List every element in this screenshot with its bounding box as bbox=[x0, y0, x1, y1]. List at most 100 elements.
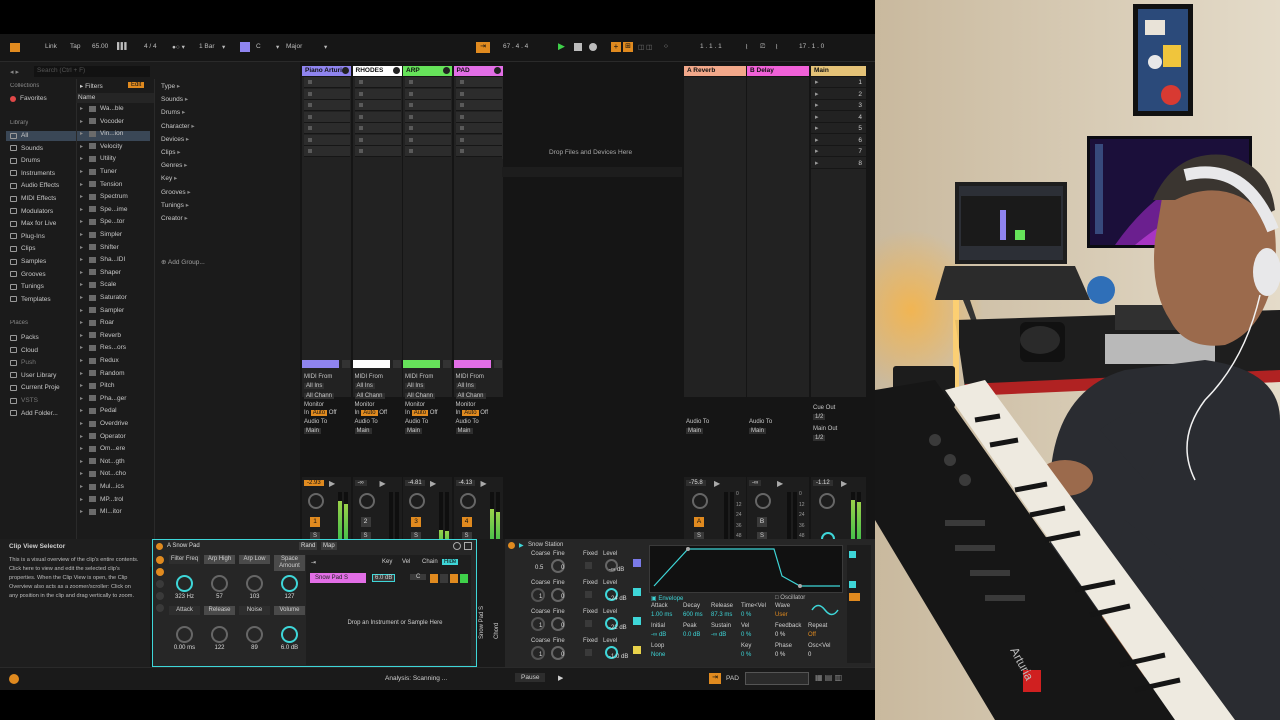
file-row[interactable]: ▸ Om...ere bbox=[80, 445, 125, 452]
clip-slot[interactable] bbox=[455, 111, 502, 123]
synth-play-icon[interactable]: ▶ bbox=[519, 542, 524, 549]
scene-launch[interactable]: ▸ 4 bbox=[811, 112, 866, 123]
macro-knob[interactable] bbox=[176, 575, 193, 592]
fine-value[interactable]: 0 bbox=[561, 594, 564, 600]
file-row[interactable]: ▸ Roar bbox=[80, 319, 114, 326]
macro-knob[interactable] bbox=[211, 575, 228, 592]
file-row[interactable]: ▸ Utility bbox=[80, 155, 116, 162]
envelope-param-value[interactable]: 87.3 ms bbox=[711, 612, 732, 618]
clip-stop-icon[interactable] bbox=[308, 80, 312, 84]
punch-in-icon[interactable]: ⌇ bbox=[745, 43, 748, 51]
clip-stop-icon[interactable] bbox=[358, 103, 363, 107]
input-type-menu[interactable]: All Ins bbox=[304, 383, 325, 389]
rack-save-icon[interactable] bbox=[453, 542, 461, 550]
sidebar-item-instruments[interactable]: Instruments bbox=[10, 170, 55, 177]
main-track-header[interactable]: Main bbox=[811, 66, 866, 76]
loop-start-field[interactable]: 1 . 1 . 1 bbox=[700, 43, 722, 50]
clip-slot[interactable] bbox=[304, 100, 350, 111]
file-row[interactable]: ▸ Spectrum bbox=[80, 193, 128, 200]
file-row[interactable]: ▸ Sha...IDI bbox=[80, 256, 125, 263]
clip-stop-icon[interactable] bbox=[358, 80, 363, 84]
envelope-param-value[interactable]: -∞ dB bbox=[711, 632, 726, 638]
clip-slot[interactable] bbox=[455, 146, 502, 157]
macro-knob[interactable] bbox=[246, 575, 263, 592]
clip-stop-icon[interactable] bbox=[358, 137, 363, 142]
filter-key[interactable]: Key ▸ bbox=[161, 174, 177, 182]
fixed-toggle[interactable] bbox=[585, 591, 592, 598]
pan-knob[interactable] bbox=[308, 493, 324, 509]
clip-stop-icon[interactable] bbox=[308, 114, 312, 119]
chain-nav-icon[interactable]: ⇥ bbox=[311, 559, 316, 566]
envelope-tab[interactable]: ▣ Envelope bbox=[651, 595, 683, 602]
clip-stop-icon[interactable] bbox=[409, 126, 413, 130]
fine-value[interactable]: 0 bbox=[561, 565, 564, 571]
volume-field[interactable]: -4.81 bbox=[405, 480, 425, 486]
track-stop-button[interactable] bbox=[493, 360, 502, 368]
macro-label[interactable]: Space Amount bbox=[274, 555, 305, 571]
sidebar-item-tunings[interactable]: Tunings bbox=[10, 283, 44, 290]
follow-icon[interactable]: ⇥ bbox=[476, 42, 490, 53]
clip-slot[interactable] bbox=[455, 88, 502, 100]
chain-hotswap-icon[interactable] bbox=[450, 574, 458, 583]
track-activator-button[interactable]: 3 bbox=[411, 517, 421, 527]
tempo-field[interactable]: 65.00 bbox=[92, 43, 108, 50]
browser-back-icon[interactable]: ◂ ▸ bbox=[10, 68, 19, 76]
punch-out-icon[interactable]: ⌇ bbox=[775, 43, 778, 51]
clip-slot[interactable] bbox=[304, 111, 350, 123]
coarse-knob[interactable] bbox=[531, 617, 545, 631]
clip-stop-icon[interactable] bbox=[308, 149, 312, 153]
chain-solo-icon[interactable] bbox=[430, 574, 438, 583]
sidebar-item-all[interactable]: All bbox=[10, 132, 28, 139]
input-channel-menu[interactable]: All Chann bbox=[455, 393, 486, 399]
clip-slot[interactable] bbox=[354, 111, 401, 123]
main-out-menu[interactable]: 1/2 bbox=[813, 435, 826, 441]
macro-knob[interactable] bbox=[281, 575, 298, 592]
file-row[interactable]: ▸ Pha...ger bbox=[80, 395, 126, 402]
clip-stop-icon[interactable] bbox=[308, 126, 312, 130]
clip-stop-icon[interactable] bbox=[308, 137, 312, 142]
drop-zone[interactable]: Drop Files and Devices Here bbox=[502, 77, 682, 159]
file-row[interactable]: ▸ Pitch bbox=[80, 382, 114, 389]
filter-tunings[interactable]: Tunings ▸ bbox=[161, 201, 189, 209]
oscillator-select-icon[interactable] bbox=[633, 646, 641, 654]
monitor-auto-button[interactable]: Auto bbox=[310, 410, 328, 416]
clip-stop-icon[interactable] bbox=[409, 80, 413, 84]
return-activator-button[interactable]: A bbox=[694, 517, 704, 527]
filter-genres[interactable]: Genres ▸ bbox=[161, 161, 187, 169]
macro-label[interactable]: Arp Low bbox=[239, 555, 270, 564]
input-channel-menu[interactable]: All Chann bbox=[405, 393, 436, 399]
clip-overview[interactable] bbox=[745, 672, 809, 685]
time-signature-field[interactable]: 4 / 4 bbox=[144, 43, 157, 50]
file-row[interactable]: ▸ Spe...tor bbox=[80, 218, 125, 225]
envelope-param-value[interactable]: 0 % bbox=[741, 632, 751, 638]
fixed-toggle[interactable] bbox=[585, 620, 592, 627]
rack-view-toggle-icon[interactable] bbox=[156, 568, 164, 576]
scene-launch[interactable]: ▸ 1 bbox=[811, 77, 866, 88]
metronome-dots-icon[interactable]: ●○ ▾ bbox=[172, 43, 185, 51]
file-row[interactable]: ▸ Tension bbox=[80, 181, 122, 188]
macro-knob[interactable] bbox=[281, 626, 298, 643]
clip-slot[interactable] bbox=[354, 123, 401, 134]
monitor-auto-button[interactable]: Auto bbox=[462, 410, 479, 416]
osc-param-value[interactable]: 0 % bbox=[775, 652, 785, 658]
clip-slot[interactable] bbox=[455, 123, 502, 134]
level-value[interactable]: -1.0 dB bbox=[609, 654, 628, 660]
filter-clips[interactable]: Clips ▸ bbox=[161, 148, 181, 156]
link-button[interactable]: Link bbox=[45, 43, 57, 50]
file-row[interactable]: ▸ Pedal bbox=[80, 407, 117, 414]
file-row[interactable]: ▸ Simpler bbox=[80, 231, 122, 238]
filter-creator[interactable]: Creator ▸ bbox=[161, 214, 188, 222]
envelope-param-value[interactable]: None bbox=[651, 652, 665, 658]
pan-knob[interactable] bbox=[692, 493, 708, 509]
places-item-push[interactable]: Push bbox=[10, 359, 36, 366]
monitor-off-button[interactable]: Off bbox=[430, 410, 438, 416]
fine-value[interactable]: 0 bbox=[561, 623, 564, 629]
scene-launch[interactable]: ▸ 7 bbox=[811, 146, 866, 157]
file-row[interactable]: ▸ Operator bbox=[80, 433, 126, 440]
volume-field[interactable]: -∞ bbox=[354, 480, 367, 486]
rack-fold-icon[interactable] bbox=[464, 542, 472, 550]
file-row[interactable]: ▸ MI...itor bbox=[80, 508, 122, 515]
output-menu[interactable]: Main bbox=[304, 428, 322, 434]
input-channel-menu[interactable]: All Chann bbox=[354, 393, 385, 399]
volume-field[interactable]: -75.8 bbox=[686, 480, 706, 486]
